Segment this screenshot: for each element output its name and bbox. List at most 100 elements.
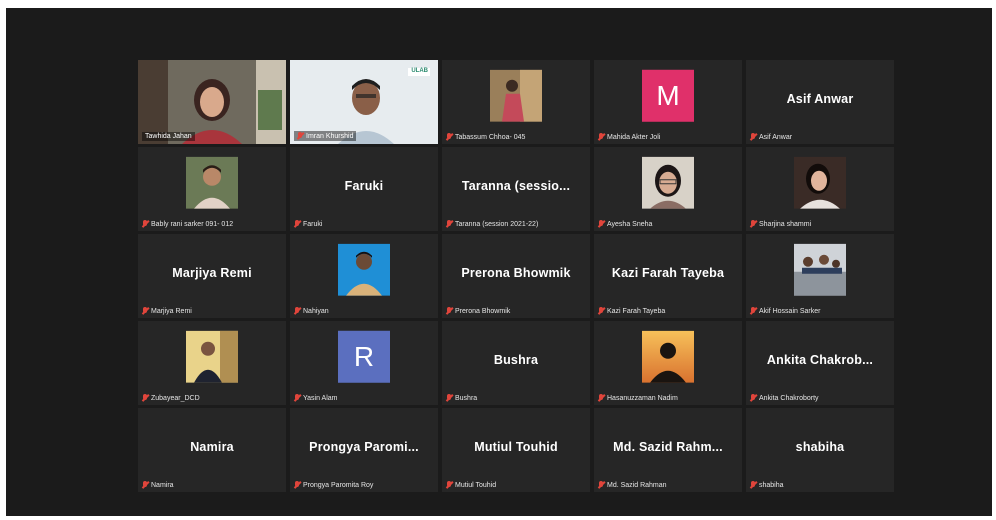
gallery-grid: Tawhida Jahan ULAB Imran Khurshid Tabass…	[138, 60, 894, 492]
participant-name: Asif Anwar	[759, 133, 793, 141]
participant-tile[interactable]: Sharjina shammi	[746, 147, 894, 231]
profile-photo	[186, 330, 238, 383]
participant-tile[interactable]: Asif Anwar Asif Anwar	[746, 60, 894, 144]
profile-photo	[794, 243, 846, 296]
participant-name: Md. Sazid Rahman	[607, 481, 667, 489]
participant-label: Bably rani sarker 091- 012	[142, 220, 233, 228]
mic-muted-icon	[598, 220, 604, 228]
participant-name: Hasanuzzaman Nadim	[607, 394, 678, 402]
participant-label: Prerona Bhowmik	[446, 307, 510, 315]
mic-muted-icon	[598, 481, 604, 489]
participant-tile[interactable]: R Yasin Alam	[290, 321, 438, 405]
mic-muted-icon	[294, 394, 300, 402]
participant-name: Nahiyan	[303, 307, 329, 315]
participant-name: Namira	[151, 481, 174, 489]
participant-tile[interactable]: Tawhida Jahan	[138, 60, 286, 144]
participant-label: Zubayear_DCD	[142, 394, 200, 402]
participant-tile[interactable]: shabiha shabiha	[746, 408, 894, 492]
participant-name: Ankita Chakroborty	[759, 394, 819, 402]
participant-label: Yasin Alam	[294, 394, 338, 402]
mic-muted-icon	[446, 133, 452, 141]
participant-tile[interactable]: Kazi Farah Tayeba Kazi Farah Tayeba	[594, 234, 742, 318]
participant-name: Faruki	[303, 220, 323, 228]
meeting-window: Tawhida Jahan ULAB Imran Khurshid Tabass…	[6, 8, 992, 516]
participant-label: Sharjina shammi	[750, 220, 811, 228]
participant-name: Taranna (session 2021-22)	[455, 220, 539, 228]
participant-tile[interactable]: Tabassum Chhoa- 045	[442, 60, 590, 144]
profile-photo	[794, 156, 846, 209]
participant-tile[interactable]: ULAB Imran Khurshid	[290, 60, 438, 144]
participant-tile[interactable]: Marjiya Remi Marjiya Remi	[138, 234, 286, 318]
participant-tile[interactable]: Ayesha Sneha	[594, 147, 742, 231]
mic-muted-icon	[446, 307, 452, 315]
participant-label: Prongya Paromita Roy	[294, 481, 373, 489]
display-name: shabiha	[795, 440, 845, 455]
participant-name: Mahida Akter Joli	[607, 133, 661, 141]
participant-name: Prerona Bhowmik	[455, 307, 511, 315]
display-name: Namira	[190, 440, 234, 455]
participant-tile[interactable]: Nahiyan	[290, 234, 438, 318]
mic-muted-icon	[297, 132, 303, 140]
profile-photo	[642, 156, 694, 209]
display-name: Prongya Paromi...	[309, 440, 419, 455]
mic-muted-icon	[142, 220, 148, 228]
display-name: Bushra	[493, 353, 539, 368]
letter-avatar: M	[642, 69, 694, 122]
participant-tile[interactable]: Bably rani sarker 091- 012	[138, 147, 286, 231]
participant-tile[interactable]: Faruki Faruki	[290, 147, 438, 231]
participant-tile[interactable]: Namira Namira	[138, 408, 286, 492]
display-name: Md. Sazid Rahm...	[613, 440, 723, 455]
participant-name: Yasin Alam	[303, 394, 338, 402]
profile-photo	[490, 69, 542, 122]
profile-photo	[642, 330, 694, 383]
participant-label: Mahida Akter Joli	[598, 133, 660, 141]
mic-muted-icon	[750, 133, 756, 141]
participant-name: Mutiul Touhid	[455, 481, 497, 489]
participant-name: Prongya Paromita Roy	[303, 481, 374, 489]
participant-label: Ayesha Sneha	[598, 220, 652, 228]
mic-muted-icon	[598, 394, 604, 402]
participant-name: Zubayear_DCD	[151, 394, 200, 402]
mic-muted-icon	[142, 481, 148, 489]
display-name: Prerona Bhowmik	[461, 266, 571, 281]
participant-tile[interactable]: Akif Hossain Sarker	[746, 234, 894, 318]
display-name: Asif Anwar	[786, 92, 854, 107]
mic-muted-icon	[750, 307, 756, 315]
participant-tile[interactable]: Mutiul Touhid Mutiul Touhid	[442, 408, 590, 492]
participant-tile[interactable]: Taranna (sessio... Taranna (session 2021…	[442, 147, 590, 231]
participant-name: Tawhida Jahan	[145, 133, 192, 140]
participant-tile[interactable]: Ankita Chakrob... Ankita Chakroborty	[746, 321, 894, 405]
participant-tile[interactable]: Hasanuzzaman Nadim	[594, 321, 742, 405]
participant-tile[interactable]: M Mahida Akter Joli	[594, 60, 742, 144]
mic-muted-icon	[294, 481, 300, 489]
participant-tile[interactable]: Bushra Bushra	[442, 321, 590, 405]
participant-name: Akif Hossain Sarker	[759, 307, 821, 315]
mic-muted-icon	[750, 220, 756, 228]
logo-text: ULAB	[411, 68, 428, 74]
participant-name: Bushra	[455, 394, 478, 402]
participant-tile[interactable]: Prongya Paromi... Prongya Paromita Roy	[290, 408, 438, 492]
display-name: Marjiya Remi	[172, 266, 252, 281]
participant-label: Tabassum Chhoa- 045	[446, 133, 525, 141]
participant-label: Tawhida Jahan	[142, 132, 195, 141]
display-name: Taranna (sessio...	[461, 179, 571, 194]
participant-tile[interactable]: Prerona Bhowmik Prerona Bhowmik	[442, 234, 590, 318]
participant-label: Namira	[142, 481, 174, 489]
profile-photo	[338, 243, 390, 296]
display-name: Faruki	[344, 179, 384, 194]
participant-tile[interactable]: Zubayear_DCD	[138, 321, 286, 405]
participant-label: Nahiyan	[294, 307, 329, 315]
mic-muted-icon	[446, 220, 452, 228]
participant-name: shabiha	[759, 481, 784, 489]
mic-muted-icon	[446, 481, 452, 489]
participant-label: Mutiul Touhid	[446, 481, 496, 489]
participant-label: Kazi Farah Tayeba	[598, 307, 665, 315]
participant-name: Kazi Farah Tayeba	[607, 307, 666, 315]
mic-muted-icon	[446, 394, 452, 402]
participant-tile[interactable]: Md. Sazid Rahm... Md. Sazid Rahman	[594, 408, 742, 492]
mic-muted-icon	[750, 481, 756, 489]
participant-label: Akif Hossain Sarker	[750, 307, 820, 315]
participant-label: Taranna (session 2021-22)	[446, 220, 538, 228]
mic-muted-icon	[598, 133, 604, 141]
mic-muted-icon	[142, 394, 148, 402]
